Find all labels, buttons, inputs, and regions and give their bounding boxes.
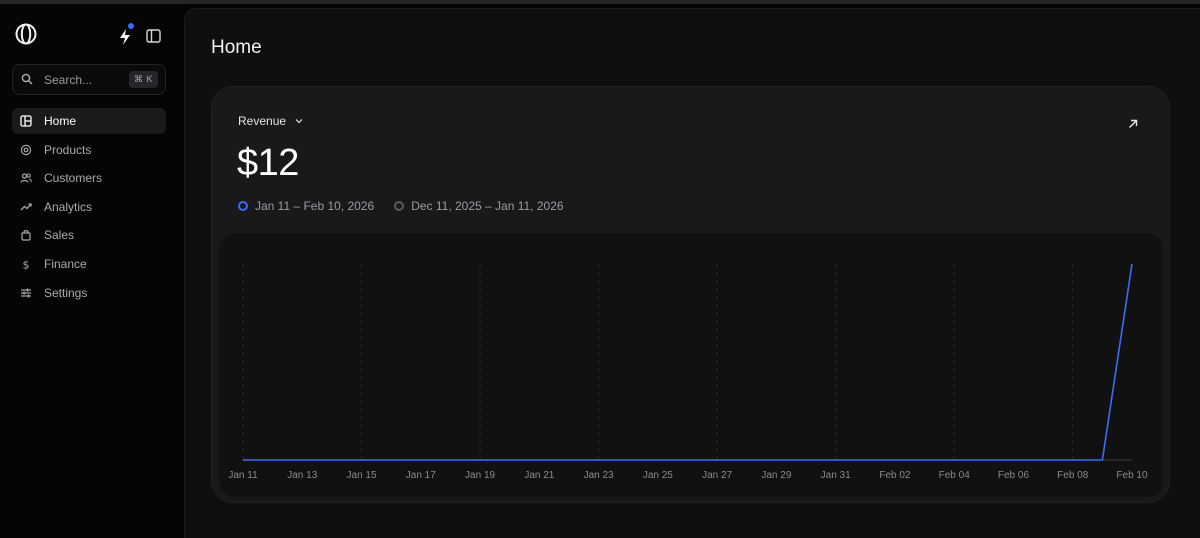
sidebar-item-finance[interactable]: $ Finance [12,251,166,277]
home-icon [20,115,32,127]
x-tick-label: Jan 15 [347,470,377,481]
customers-icon [20,173,32,183]
previous-range-label: Dec 11, 2025 – Jan 11, 2026 [411,199,564,213]
x-tick-label: Feb 04 [939,470,971,481]
sidebar-toggle-icon[interactable] [146,29,161,43]
legend-previous-period[interactable]: Dec 11, 2025 – Jan 11, 2026 [394,199,564,213]
x-tick-label: Jan 23 [584,470,614,481]
metric-label: Revenue [238,114,287,128]
chevron-down-icon [295,119,303,124]
sidebar-item-label: Sales [44,228,75,243]
page-title: Home [211,37,262,58]
revenue-card: Revenue $12 Jan 11 – Feb 10, 2026 Dec 11… [211,86,1170,503]
sidebar-item-label: Home [44,114,77,128]
sidebar-item-label: Customers [44,171,103,186]
search-shortcut-badge: ⌘ K [128,71,158,88]
x-tick-label: Feb 02 [879,470,911,481]
x-tick-label: Jan 13 [287,470,317,481]
expand-arrow-icon[interactable] [1127,118,1139,130]
x-tick-label: Feb 10 [1116,470,1148,481]
metric-dropdown[interactable]: Revenue [238,114,304,128]
globe-logo-icon[interactable] [15,23,37,45]
chart-legend: Jan 11 – Feb 10, 2026 Dec 11, 2025 – Jan… [238,199,584,213]
legend-current-marker [238,201,248,211]
notification-badge [128,23,134,29]
legend-current-period[interactable]: Jan 11 – Feb 10, 2026 [238,199,374,213]
search-icon [21,73,33,85]
x-tick-label: Jan 19 [465,470,495,481]
settings-sliders-icon [21,288,31,298]
x-tick-label: Jan 17 [406,470,436,481]
sidebar-item-label: Analytics [44,199,93,214]
sidebar-item-settings[interactable]: Settings [12,280,166,306]
x-tick-label: Jan 11 [228,470,258,481]
x-tick-label: Jan 25 [643,470,673,481]
products-icon [20,144,32,155]
search-input[interactable]: Search... ⌘ K [12,64,166,95]
sidebar-item-analytics[interactable]: Analytics [12,194,166,220]
sidebar-item-customers[interactable]: Customers [12,165,166,191]
x-tick-label: Jan 27 [702,470,732,481]
x-tick-label: Jan 31 [821,470,851,481]
sales-bag-icon [21,230,31,241]
revenue-chart[interactable]: Jan 11 Jan 13 Jan 15 Jan 17 Jan 19 Jan 21 Jan … [219,233,1163,497]
sidebar-nav: Home Products Customers Analytics Sales … [12,108,166,308]
sidebar-item-label: Products [44,142,92,157]
svg-text:$: $ [23,258,30,270]
x-tick-label: Feb 06 [998,470,1030,481]
metric-value: $12 [237,142,299,184]
sidebar-item-products[interactable]: Products [12,137,166,163]
search-placeholder: Search... [44,73,93,87]
x-tick-label: Feb 08 [1057,470,1089,481]
legend-previous-marker [394,201,405,211]
sidebar-item-home[interactable]: Home [12,108,166,134]
sidebar-item-label: Finance [44,256,87,271]
sidebar-item-sales[interactable]: Sales [12,222,166,248]
revenue-series-line [243,263,1133,461]
dollar-icon: $ [23,258,30,270]
current-range-label: Jan 11 – Feb 10, 2026 [255,199,375,213]
analytics-icon [20,203,32,211]
x-tick-label: Jan 29 [761,470,791,481]
sidebar-item-label: Settings [44,285,88,300]
revenue-chart-svg: Jan 11 Jan 13 Jan 15 Jan 17 Jan 19 Jan 21 Jan … [228,263,1148,481]
lightning-icon[interactable] [117,28,133,46]
main-content: Home Revenue $12 Jan 11 – Feb 10, 2026 D… [184,8,1200,538]
sidebar: Search... ⌘ K Home Products Customers An… [0,4,184,538]
x-tick-label: Jan 21 [524,470,554,481]
